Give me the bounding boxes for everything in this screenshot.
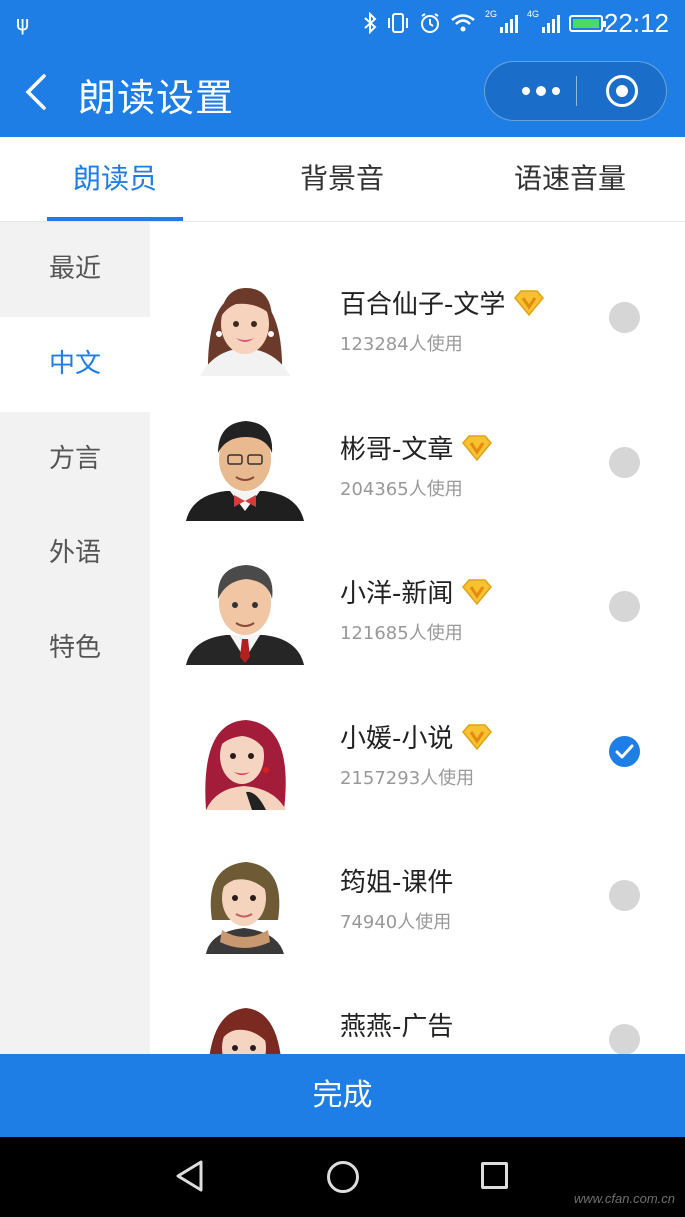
reader-row[interactable]: 彬哥-文章 204365人使用: [150, 367, 685, 521]
battery-icon: [569, 14, 606, 32]
nav-home-icon[interactable]: [327, 1161, 359, 1193]
reader-name: 小媛-小说: [340, 724, 454, 754]
reader-row[interactable]: 燕燕-广告: [150, 944, 685, 1054]
chevron-left-icon[interactable]: [20, 72, 56, 112]
alarm-icon: [420, 13, 439, 33]
reader-name-wrap: 小洋-新闻: [340, 573, 493, 610]
signal-icon-b: [542, 13, 560, 33]
reader-name: 燕燕-广告: [340, 1012, 454, 1042]
reader-name: 彬哥-文章: [340, 435, 454, 465]
reader-name: 筠姐-课件: [340, 868, 454, 898]
select-radio[interactable]: [609, 880, 640, 911]
reader-name-wrap: 筠姐-课件: [340, 862, 453, 899]
reader-usage-count: 123284人使用: [340, 334, 463, 355]
sidebar-item-featured[interactable]: 特色: [0, 601, 150, 696]
more-dots-icon[interactable]: [507, 62, 575, 120]
wifi-icon: [451, 14, 475, 32]
reader-row[interactable]: 筠姐-课件 74940人使用: [150, 800, 685, 954]
tab-active-indicator: [47, 217, 183, 221]
vip-diamond-icon: [462, 578, 493, 605]
tab-speed-volume[interactable]: 语速音量: [495, 137, 645, 221]
select-radio[interactable]: [609, 302, 640, 333]
category-sidebar: 最近 中文 方言 外语 特色: [0, 222, 150, 1054]
usb-icon: ψ: [16, 11, 30, 35]
vip-diamond-icon: [462, 723, 493, 750]
woman-long-brown-hair-avatar: [200, 288, 290, 376]
vibrate-icon: [387, 13, 408, 33]
reader-row[interactable]: 百合仙子-文学 123284人使用: [150, 222, 685, 376]
reader-row[interactable]: 小媛-小说 2157293人使用: [150, 656, 685, 810]
title-bar: 朗读设置: [0, 46, 685, 137]
status-bar: ψ 2G 4G 22:12: [0, 0, 685, 46]
nav-back-icon[interactable]: [173, 1159, 205, 1193]
sidebar-item-dialect[interactable]: 方言: [0, 412, 150, 507]
reader-usage-count: 74940人使用: [340, 912, 452, 933]
reader-row[interactable]: 小洋-新闻 121685人使用: [150, 511, 685, 665]
status-icons: 2G 4G: [363, 9, 606, 37]
mini-program-capsule: [484, 61, 667, 121]
reader-usage-count: 121685人使用: [340, 623, 463, 644]
sidebar-item-recent[interactable]: 最近: [0, 222, 150, 317]
vip-diamond-icon: [462, 434, 493, 461]
checkmark-icon: [615, 744, 634, 759]
reader-list: 百合仙子-文学 123284人使用 彬哥-文章 204365人使用 小洋-新闻 …: [150, 222, 685, 1054]
sidebar-item-chinese[interactable]: 中文: [0, 317, 150, 412]
nav-recent-apps-icon[interactable]: [481, 1162, 508, 1189]
network-label-b: 4G: [526, 9, 539, 19]
woman-short-hair-avatar: [206, 862, 284, 954]
reader-name-wrap: 彬哥-文章: [340, 429, 493, 466]
sidebar-item-foreign[interactable]: 外语: [0, 506, 150, 601]
system-nav-bar: www.cfan.com.cn: [0, 1137, 685, 1217]
reader-name: 小洋-新闻: [340, 579, 454, 609]
reader-usage-count: 204365人使用: [340, 479, 463, 500]
reader-usage-count: 2157293人使用: [340, 768, 475, 789]
signal-icon-a: [499, 13, 518, 33]
network-label-a: 2G: [484, 9, 497, 19]
page-title: 朗读设置: [78, 76, 235, 120]
tab-background-music[interactable]: 背景音: [272, 137, 412, 221]
select-radio[interactable]: [609, 591, 640, 622]
woman-red-hair-avatar: [205, 720, 286, 810]
vip-diamond-icon: [514, 289, 545, 316]
done-button[interactable]: 完成: [0, 1054, 685, 1137]
reader-name-wrap: 小媛-小说: [340, 718, 493, 755]
woman-auburn-hair-avatar: [209, 1008, 281, 1054]
reader-name-wrap: 百合仙子-文学: [340, 284, 545, 321]
status-time: 22:12: [603, 8, 669, 38]
bluetooth-icon: [364, 12, 377, 34]
capsule-divider: [576, 76, 577, 106]
man-suit-avatar: [186, 565, 304, 665]
reader-name: 百合仙子-文学: [340, 290, 506, 320]
tab-reader[interactable]: 朗读员: [47, 137, 183, 221]
man-bowtie-avatar: [186, 421, 304, 521]
select-radio-checked[interactable]: [609, 736, 640, 767]
watermark: www.cfan.com.cn: [573, 1191, 675, 1206]
select-radio[interactable]: [609, 447, 640, 478]
battery-level: [573, 18, 599, 28]
reader-name-wrap: 燕燕-广告: [340, 1006, 453, 1043]
target-icon[interactable]: [606, 75, 638, 107]
select-radio[interactable]: [609, 1024, 640, 1054]
tab-bar: 朗读员 背景音 语速音量: [0, 137, 685, 222]
